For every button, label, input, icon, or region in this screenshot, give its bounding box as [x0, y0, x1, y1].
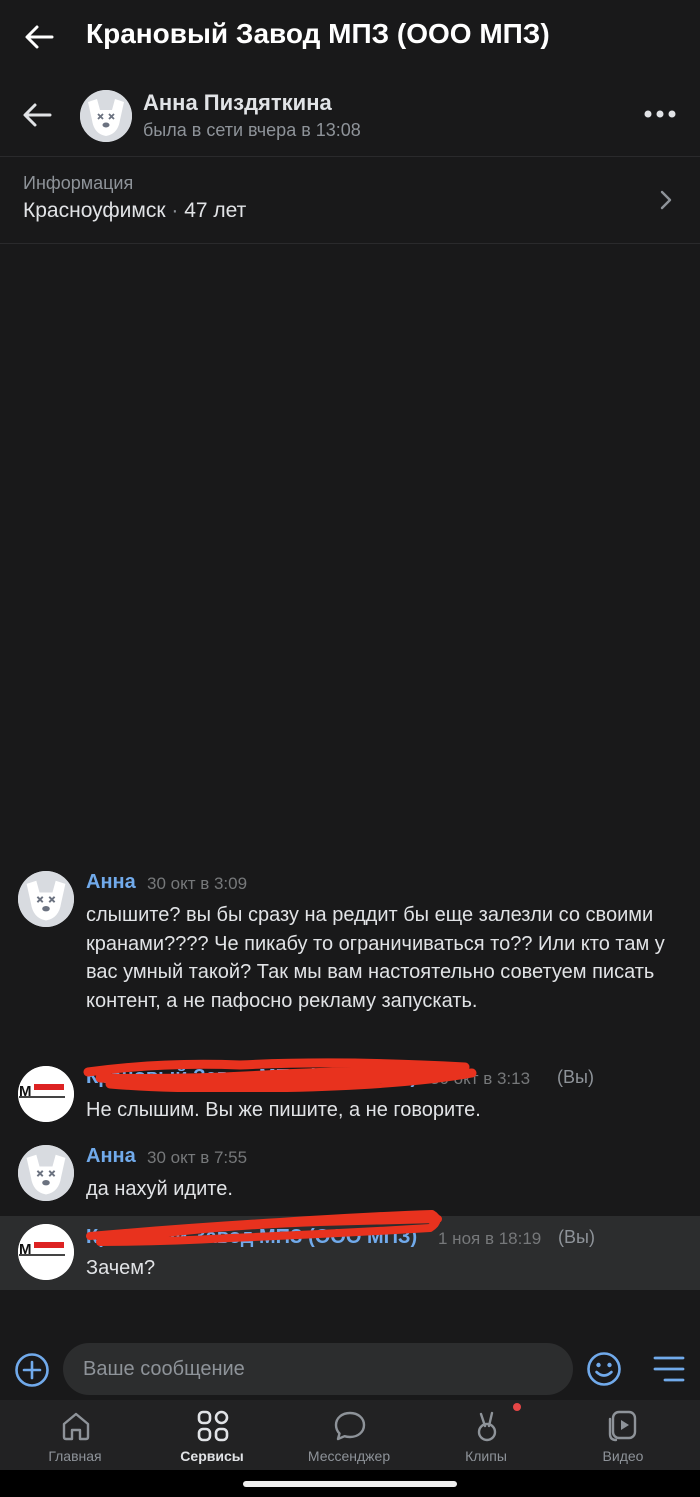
messenger-icon: [334, 1411, 366, 1441]
own-message-marker: (Вы): [558, 1227, 595, 1247]
message-author[interactable]: Крановый Завод МПЗ (ООО МПЗ): [86, 1066, 417, 1089]
avatar: [18, 1145, 74, 1201]
nav-label: Мессенджер: [307, 1448, 391, 1464]
nav-label: Сервисы: [180, 1448, 244, 1464]
dog-avatar-icon: [18, 1145, 74, 1201]
nav-item-messenger[interactable]: Мессенджер: [294, 1400, 404, 1470]
dog-avatar-icon: [80, 90, 132, 142]
company-logo: M: [18, 1224, 74, 1280]
avatar: M: [18, 1224, 74, 1280]
dog-avatar-icon: [18, 871, 74, 927]
contact-name: Анна Пиздяткина: [143, 90, 332, 115]
home-icon: [62, 1412, 90, 1441]
avatar: [18, 871, 74, 927]
separator: ·: [171, 199, 179, 222]
message-text: да нахуй идите.: [86, 1178, 233, 1200]
city: Красноуфимск: [23, 199, 166, 222]
video-icon: [608, 1410, 637, 1442]
notification-dot: [513, 1403, 521, 1411]
services-icon: [197, 1410, 229, 1442]
message-time: 1 ноя в 18:19: [438, 1229, 542, 1248]
message-author[interactable]: Анна: [86, 1145, 136, 1168]
logo-bar: [34, 1242, 64, 1248]
logo-line: [19, 1254, 65, 1256]
divider: [0, 243, 700, 244]
chat-screen: Крановый Завод МПЗ (ООО МПЗ) Анна Пиздят…: [0, 0, 700, 1497]
message-author[interactable]: Крановый Завод МПЗ (ООО МПЗ): [86, 1226, 417, 1249]
message-input[interactable]: [63, 1343, 573, 1395]
nav-label: Клипы: [465, 1448, 507, 1464]
more-options-icon[interactable]: [642, 104, 678, 124]
app-header: Крановый Завод МПЗ (ООО МПЗ): [0, 0, 700, 74]
message-time: 30 окт в 3:13: [430, 1069, 531, 1088]
back-arrow-icon[interactable]: [22, 20, 56, 54]
logo-bar: [34, 1084, 64, 1090]
company-logo: M: [18, 1066, 74, 1122]
info-value: Красноуфимск · 47 лет: [23, 199, 246, 223]
nav-item-video[interactable]: Видео: [568, 1400, 678, 1470]
back-arrow-icon[interactable]: [20, 98, 54, 132]
nav-item-home[interactable]: Главная: [20, 1400, 130, 1470]
home-indicator[interactable]: [243, 1481, 457, 1487]
message[interactable]: M Крановый Завод МПЗ (ООО МПЗ) 30 окт в …: [0, 1066, 700, 1128]
logo-line: [19, 1096, 65, 1098]
chat-header[interactable]: Анна Пиздяткина была в сети вчера в 13:0…: [0, 74, 700, 156]
age: 47 лет: [184, 199, 247, 222]
own-message-marker: (Вы): [557, 1067, 594, 1087]
message-selected[interactable]: M Крановый Завод МПЗ (ООО МПЗ) 1 ноя в 1…: [0, 1216, 700, 1290]
nav-item-services[interactable]: Сервисы: [157, 1400, 267, 1470]
bottom-navigation: Главная Сервисы Мессенджер Клипы Видео: [0, 1400, 700, 1470]
emoji-icon[interactable]: [586, 1351, 622, 1387]
message-composer: [0, 1340, 700, 1398]
message-time: 30 окт в 7:55: [147, 1148, 248, 1167]
bot-menu-icon[interactable]: [652, 1353, 686, 1385]
clips-icon: [477, 1411, 497, 1442]
last-seen-status: была в сети вчера в 13:08: [143, 120, 361, 140]
message-time: 30 окт в 3:09: [147, 874, 248, 893]
message[interactable]: Анна 30 окт в 7:55 да нахуй идите.: [0, 1145, 700, 1207]
nav-item-clips[interactable]: Клипы: [431, 1400, 541, 1470]
message-text: Не слышим. Вы же пишите, а не говорите.: [86, 1099, 481, 1121]
chevron-right-icon: [660, 190, 672, 210]
page-title: Крановый Завод МПЗ (ООО МПЗ): [86, 18, 550, 49]
info-label: Информация: [23, 173, 134, 193]
message-text: слышите? вы бы сразу на реддит бы еще за…: [86, 904, 665, 1012]
avatar[interactable]: [80, 90, 132, 142]
message-text: Зачем?: [86, 1257, 156, 1279]
message[interactable]: Анна 30 окт в 3:09 слышите? вы бы сразу …: [0, 871, 700, 1043]
message-author[interactable]: Анна: [86, 871, 136, 894]
add-attachment-icon[interactable]: [14, 1352, 50, 1388]
nav-label: Главная: [48, 1448, 102, 1464]
nav-label: Видео: [602, 1448, 644, 1464]
avatar: M: [18, 1066, 74, 1122]
info-block[interactable]: Информация Красноуфимск · 47 лет: [0, 157, 700, 243]
